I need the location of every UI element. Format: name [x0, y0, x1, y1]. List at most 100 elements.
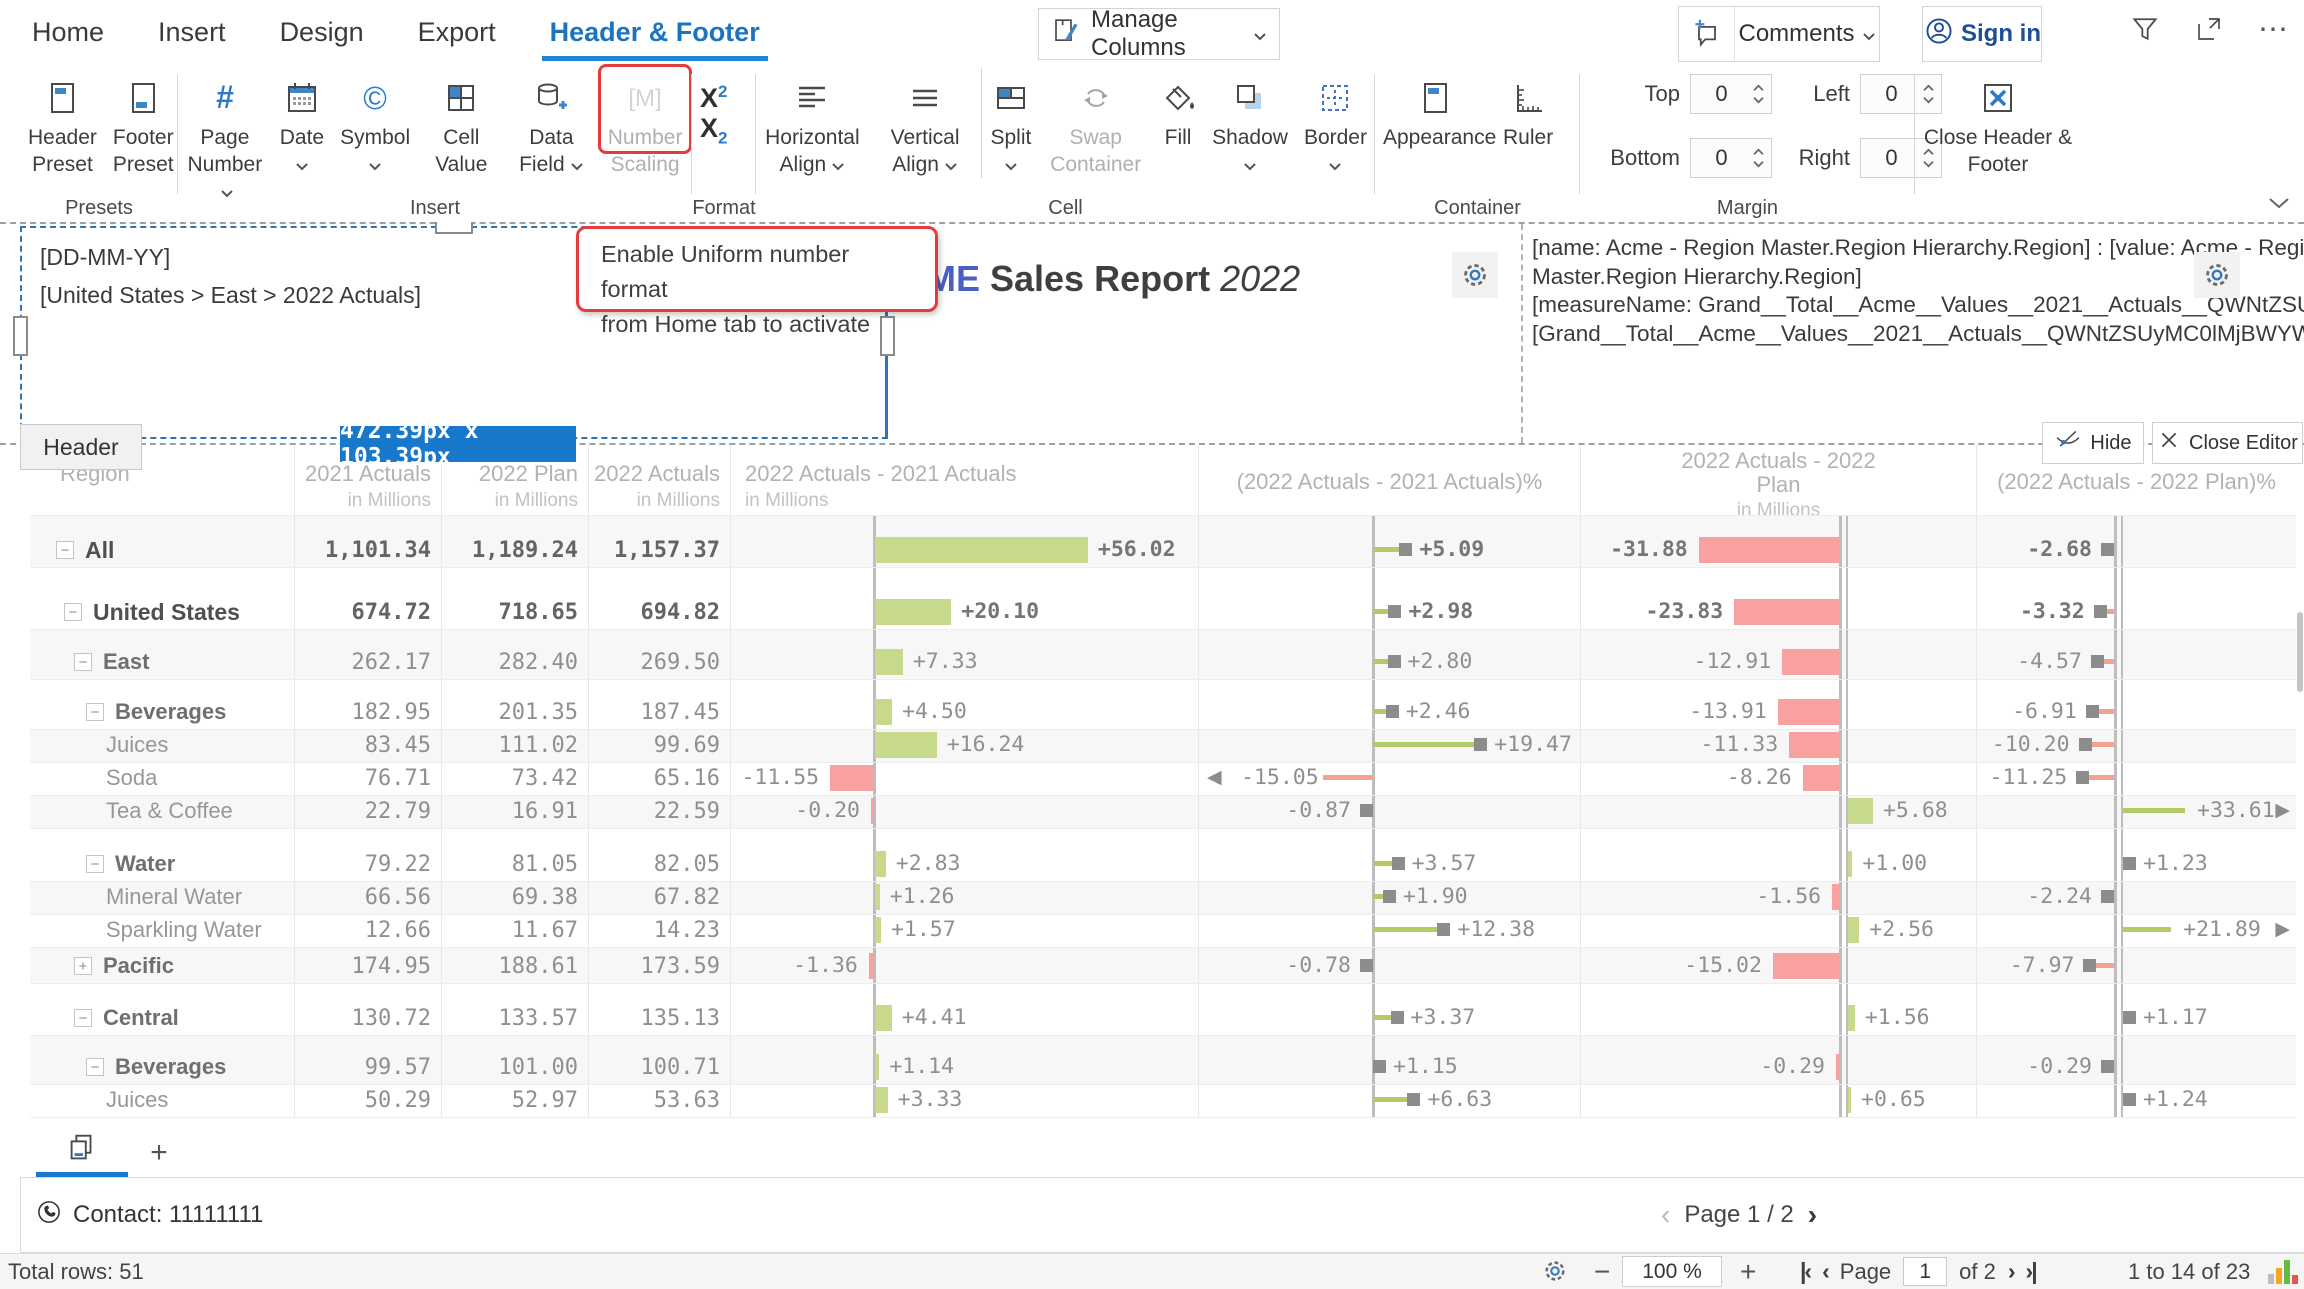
more-icon[interactable]: ⋯ — [2254, 10, 2292, 48]
data-field-button[interactable]: Data Field — [505, 68, 599, 178]
appearance-button[interactable]: Appearance — [1375, 68, 1495, 151]
swap-container-button: Swap Container — [1039, 68, 1152, 178]
collapse-icon[interactable]: − — [74, 653, 92, 671]
page-label: Page — [1840, 1259, 1891, 1285]
table-row[interactable]: −United States674.72718.65694.82+20.10+2… — [30, 567, 2296, 629]
table-row[interactable]: −East262.17282.40269.50+7.33+2.80-12.91-… — [30, 629, 2296, 679]
zoom-level[interactable]: 100 % — [1622, 1256, 1722, 1287]
tab-insert[interactable]: Insert — [156, 0, 228, 64]
column-header-delta-py[interactable]: 2022 Actuals - 2021 Actualsin Millions — [730, 445, 1198, 515]
manage-columns-button[interactable]: Manage Columns — [1038, 8, 1280, 60]
superscript-subscript-buttons[interactable]: X2X2 — [692, 68, 735, 158]
collapse-icon[interactable]: − — [74, 1009, 92, 1027]
header-preset-button[interactable]: Header Preset — [20, 68, 105, 178]
symbol-button[interactable]: ©Symbol — [332, 68, 418, 178]
close-box-icon — [1980, 72, 2016, 124]
margin-bottom-field[interactable]: 0 — [1690, 138, 1772, 178]
table-row[interactable]: Juices50.2952.9753.63+3.33+6.63+0.65+1.2… — [30, 1084, 2296, 1117]
first-page-button[interactable]: |‹ — [1800, 1258, 1810, 1285]
page-next-icon[interactable]: › — [1808, 1199, 1817, 1231]
column-header-delta-py-pct[interactable]: (2022 Actuals - 2021 Actuals)% — [1198, 445, 1580, 515]
close-editor-button[interactable]: Close Editor — [2152, 422, 2303, 464]
footer-preset-button[interactable]: Footer Preset — [105, 68, 182, 178]
collapse-icon[interactable]: − — [86, 703, 104, 721]
cell-v_plan: 282.40 — [442, 645, 588, 679]
cell-value-button[interactable]: Cell Value — [418, 68, 504, 178]
table-row[interactable]: −Water79.2281.0582.05+2.83+3.57+1.00+1.2… — [30, 828, 2296, 881]
tab-export[interactable]: Export — [416, 0, 498, 64]
comments-button[interactable]: Comments — [1678, 6, 1880, 62]
sheet-tab-active[interactable] — [36, 1128, 128, 1177]
zoom-out-button[interactable]: − — [1594, 1254, 1610, 1289]
gear-icon[interactable] — [2194, 252, 2240, 298]
tab-design[interactable]: Design — [278, 0, 366, 64]
collapse-icon[interactable]: − — [64, 603, 82, 621]
gear-icon[interactable] — [1540, 1256, 1570, 1289]
cell-v2022: 1,157.37 — [589, 533, 730, 567]
report-table: Region 2021 Actualsin Millions 2022 Plan… — [0, 445, 2304, 1118]
expand-icon[interactable]: + — [74, 957, 92, 975]
table-row[interactable]: Juices83.45111.0299.69+16.24+19.47-11.33… — [30, 729, 2296, 762]
expand-icon[interactable] — [2190, 10, 2228, 48]
column-header-2022-actuals[interactable]: 2022 Actualsin Millions — [588, 445, 730, 515]
header-right-textbox[interactable]: [name: Acme - Region Master.Region Hiera… — [1532, 234, 2304, 348]
table-body: −All1,101.341,189.241,157.37+56.02+5.09-… — [30, 515, 2296, 1118]
filter-icon[interactable] — [2126, 10, 2164, 48]
horizontal-align-button[interactable]: Horizontal Align — [756, 68, 869, 178]
header-section-tab[interactable]: Header — [20, 424, 142, 470]
date-button[interactable]: Date — [272, 68, 332, 178]
split-button[interactable]: Split — [981, 68, 1039, 178]
cell-v_plan: 718.65 — [442, 595, 588, 629]
collapse-icon[interactable]: − — [56, 541, 74, 559]
sign-in-button[interactable]: Sign in — [1922, 6, 2042, 62]
table-row[interactable]: +Pacific174.95188.61173.59-1.36-0.78-15.… — [30, 947, 2296, 983]
vertical-align-button[interactable]: Vertical Align — [869, 68, 982, 178]
gear-icon[interactable] — [1452, 252, 1498, 298]
column-header-delta-plan[interactable]: 2022 Actuals - 2022 Planin Millions — [1580, 445, 1976, 515]
vertical-scrollbar[interactable] — [2297, 612, 2303, 692]
add-sheet-button[interactable]: + — [134, 1128, 184, 1177]
row-label: Beverages — [115, 1054, 226, 1080]
shadow-button[interactable]: Shadow — [1204, 68, 1296, 178]
table-row[interactable]: −Beverages182.95201.35187.45+4.50+2.46-1… — [30, 679, 2296, 729]
resize-handle-left[interactable] — [13, 316, 28, 356]
cell-v2022: 22.59 — [589, 794, 730, 828]
page-number-button[interactable]: #Page Number — [178, 68, 272, 205]
table-row[interactable]: Tea & Coffee22.7916.9122.59-0.20-0.87+5.… — [30, 795, 2296, 828]
page-prev-icon[interactable]: ‹ — [1661, 1199, 1670, 1231]
hide-button[interactable]: Hide — [2042, 422, 2144, 464]
copyright-icon: © — [357, 72, 393, 124]
split-icon — [993, 72, 1029, 124]
cell-v2021: 130.72 — [295, 1001, 441, 1035]
table-row[interactable]: Sparkling Water12.6611.6714.23+1.57+12.3… — [30, 914, 2296, 947]
zoom-in-button[interactable]: + — [1740, 1254, 1756, 1289]
next-page-button[interactable]: › — [2008, 1258, 2014, 1285]
page-number-input[interactable] — [1903, 1257, 1947, 1286]
table-row[interactable]: −Beverages99.57101.00100.71+1.14+1.15-0.… — [30, 1035, 2296, 1084]
tab-home[interactable]: Home — [30, 0, 106, 64]
prev-page-button[interactable]: ‹ — [1822, 1258, 1828, 1285]
row-label: Soda — [106, 765, 157, 791]
collapse-icon[interactable]: − — [86, 855, 104, 873]
collapse-ribbon-icon[interactable] — [2268, 196, 2290, 214]
border-button[interactable]: Border — [1296, 68, 1375, 178]
margin-top-field[interactable]: 0 — [1690, 74, 1772, 114]
fill-button[interactable]: Fill — [1152, 68, 1204, 151]
collapse-icon[interactable]: − — [86, 1058, 104, 1076]
row-label: Sparkling Water — [106, 917, 262, 943]
close-header-footer-button[interactable]: Close Header & Footer — [1915, 68, 2081, 178]
cell-v2022: 694.82 — [589, 595, 730, 629]
ruler-button[interactable]: Ruler — [1495, 68, 1561, 151]
table-row[interactable]: −All1,101.341,189.241,157.37+56.02+5.09-… — [30, 515, 2296, 567]
tab-header-footer[interactable]: Header & Footer — [548, 0, 762, 64]
field-binding-text: [measureName: Grand__Total__Acme__Values… — [1532, 291, 2304, 320]
ribbon-group: Close Header & Footer — [1915, 64, 2121, 222]
cell-v2022: 269.50 — [589, 645, 730, 679]
table-row[interactable]: −Central130.72133.57135.13+4.41+3.37+1.5… — [30, 983, 2296, 1035]
table-row[interactable]: Soda76.7173.4265.16-11.55◀-15.05-8.26-11… — [30, 762, 2296, 795]
last-page-button[interactable]: ›| — [2026, 1258, 2036, 1285]
page-number-icon: # — [207, 72, 243, 124]
margin-bottom-label: Bottom — [1596, 145, 1680, 171]
cell-v_plan: 101.00 — [442, 1050, 588, 1084]
table-row[interactable]: Mineral Water66.5669.3867.82+1.26+1.90-1… — [30, 881, 2296, 914]
